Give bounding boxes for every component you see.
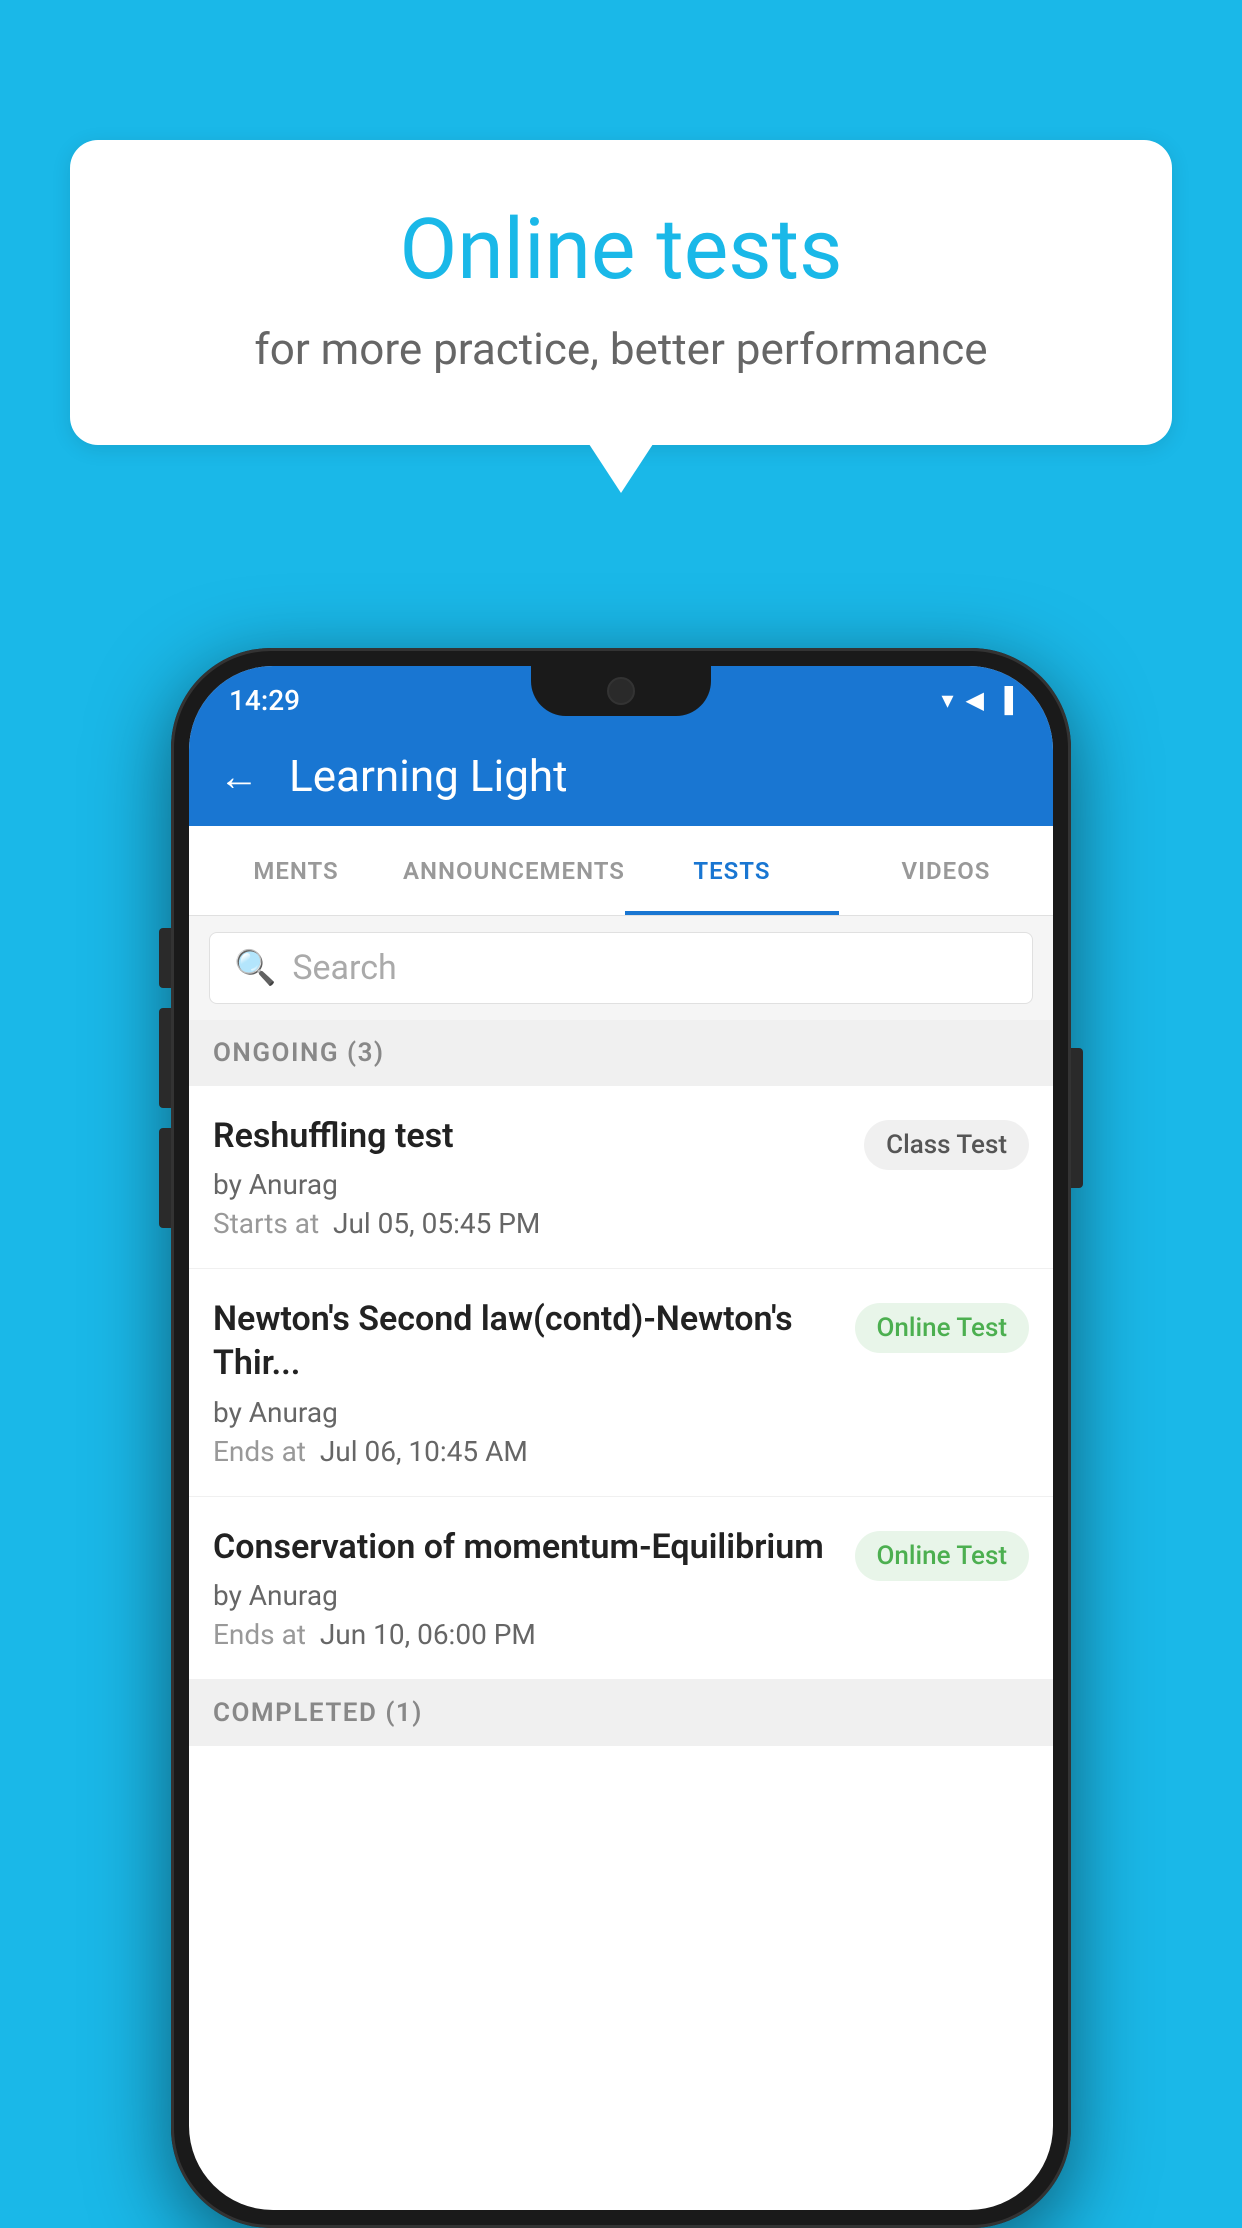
test-name-newton: Newton's Second law(contd)-Newton's Thir… bbox=[213, 1297, 839, 1385]
test-item-reshuffling[interactable]: Reshuffling test by Anurag Starts at Jul… bbox=[189, 1086, 1053, 1269]
app-header: ← Learning Light bbox=[189, 726, 1053, 826]
completed-label: COMPLETED (1) bbox=[213, 1698, 423, 1728]
search-icon: 🔍 bbox=[234, 948, 276, 988]
battery-icon: ▐ bbox=[996, 686, 1013, 715]
status-time: 14:29 bbox=[229, 684, 300, 717]
wifi-icon: ▾ bbox=[941, 686, 953, 714]
test-info-conservation: Conservation of momentum-Equilibrium by … bbox=[213, 1525, 839, 1651]
test-info-newton: Newton's Second law(contd)-Newton's Thir… bbox=[213, 1297, 839, 1467]
test-author-newton: by Anurag bbox=[213, 1396, 839, 1429]
test-date-label-reshuffling: Starts at bbox=[213, 1207, 319, 1240]
test-name-conservation: Conservation of momentum-Equilibrium bbox=[213, 1525, 839, 1569]
speech-bubble: Online tests for more practice, better p… bbox=[70, 140, 1172, 445]
test-name-reshuffling: Reshuffling test bbox=[213, 1114, 848, 1158]
app-header-title: Learning Light bbox=[289, 750, 568, 802]
phone-button-left3 bbox=[159, 1128, 171, 1228]
ongoing-section-header: ONGOING (3) bbox=[189, 1020, 1053, 1086]
tab-videos[interactable]: VIDEOS bbox=[839, 826, 1053, 915]
badge-newton: Online Test bbox=[855, 1303, 1030, 1353]
phone-screen: 14:29 ▾ ◀ ▐ ← Learning Light MENTS ANNOU… bbox=[189, 666, 1053, 2210]
phone-camera bbox=[607, 677, 635, 705]
test-info-reshuffling: Reshuffling test by Anurag Starts at Jul… bbox=[213, 1114, 848, 1240]
speech-bubble-container: Online tests for more practice, better p… bbox=[70, 140, 1172, 445]
test-item-conservation[interactable]: Conservation of momentum-Equilibrium by … bbox=[189, 1497, 1053, 1680]
test-date-newton: Ends at Jul 06, 10:45 AM bbox=[213, 1435, 839, 1468]
test-author-reshuffling: by Anurag bbox=[213, 1168, 848, 1201]
search-placeholder: Search bbox=[292, 948, 396, 988]
phone-button-right bbox=[1071, 1048, 1083, 1188]
tab-announcements[interactable]: ANNOUNCEMENTS bbox=[403, 826, 625, 915]
ongoing-label: ONGOING (3) bbox=[213, 1038, 385, 1068]
test-date-conservation: Ends at Jun 10, 06:00 PM bbox=[213, 1618, 839, 1651]
bubble-subtitle: for more practice, better performance bbox=[150, 323, 1092, 375]
test-item-newton[interactable]: Newton's Second law(contd)-Newton's Thir… bbox=[189, 1269, 1053, 1496]
search-bar[interactable]: 🔍 Search bbox=[209, 932, 1033, 1004]
test-date-label-conservation: Ends at bbox=[213, 1618, 306, 1651]
phone-button-left2 bbox=[159, 1008, 171, 1108]
status-icons: ▾ ◀ ▐ bbox=[941, 686, 1013, 715]
search-container: 🔍 Search bbox=[189, 916, 1053, 1020]
badge-reshuffling: Class Test bbox=[864, 1120, 1029, 1170]
badge-conservation: Online Test bbox=[855, 1531, 1030, 1581]
phone-button-left1 bbox=[159, 928, 171, 988]
tab-ments[interactable]: MENTS bbox=[189, 826, 403, 915]
phone-frame: 14:29 ▾ ◀ ▐ ← Learning Light MENTS ANNOU… bbox=[171, 648, 1071, 2228]
test-author-conservation: by Anurag bbox=[213, 1579, 839, 1612]
signal-icon: ◀ bbox=[966, 686, 984, 714]
phone-outer: 14:29 ▾ ◀ ▐ ← Learning Light MENTS ANNOU… bbox=[171, 648, 1071, 2228]
test-date-reshuffling: Starts at Jul 05, 05:45 PM bbox=[213, 1207, 848, 1240]
completed-section-header: COMPLETED (1) bbox=[189, 1680, 1053, 1746]
test-date-label-newton: Ends at bbox=[213, 1435, 306, 1468]
phone-notch bbox=[531, 666, 711, 716]
tab-tests[interactable]: TESTS bbox=[625, 826, 839, 915]
tabs-bar: MENTS ANNOUNCEMENTS TESTS VIDEOS bbox=[189, 826, 1053, 916]
back-button[interactable]: ← bbox=[219, 753, 259, 800]
bubble-title: Online tests bbox=[150, 200, 1092, 299]
